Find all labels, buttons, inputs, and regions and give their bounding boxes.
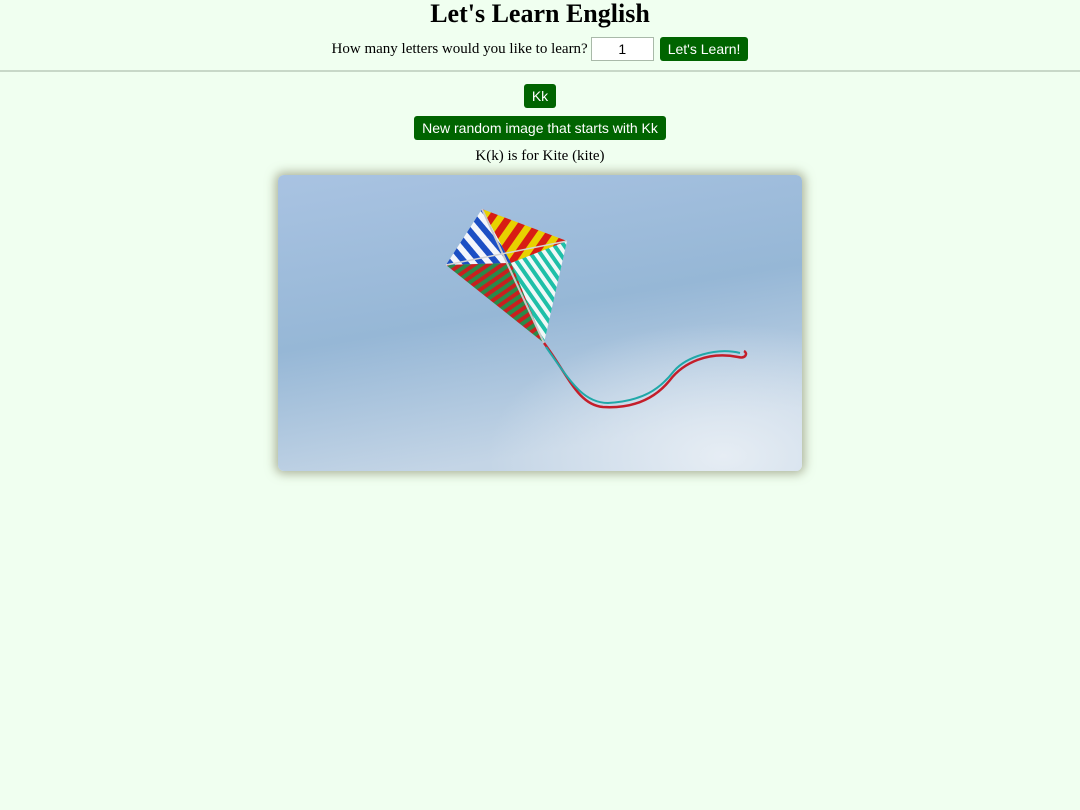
lets-learn-button[interactable]: Let's Learn!	[659, 37, 749, 61]
kite-photo	[278, 175, 802, 471]
lesson-area: Kk New random image that starts with Kk …	[0, 72, 1080, 471]
kite-image	[278, 175, 802, 471]
new-random-image-button[interactable]: New random image that starts with Kk	[414, 116, 666, 140]
letter-count-label: How many letters would you like to learn…	[331, 40, 588, 57]
page-title: Let's Learn English	[430, 0, 650, 28]
letter-button[interactable]: Kk	[523, 84, 557, 108]
letter-count-input[interactable]	[590, 37, 654, 61]
word-caption: K(k) is for Kite (kite)	[475, 148, 605, 164]
letter-count-row: How many letters would you like to learn…	[0, 37, 1080, 61]
page-header: Let's Learn English How many letters wou…	[0, 0, 1080, 72]
